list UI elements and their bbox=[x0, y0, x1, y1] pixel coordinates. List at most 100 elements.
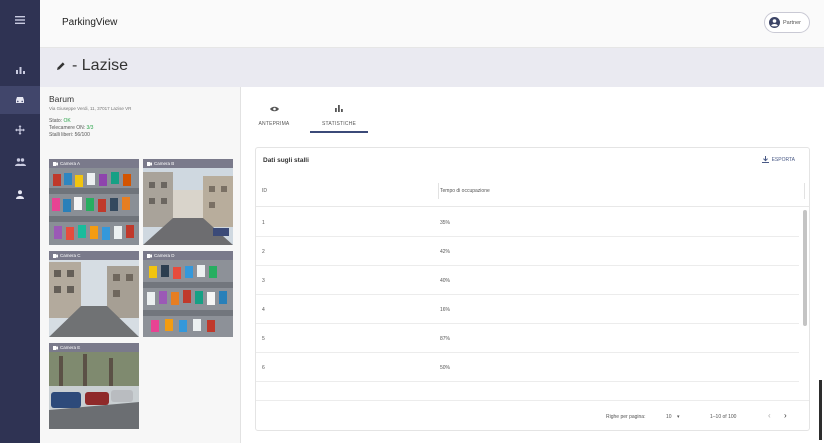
cell-occupancy: 87% bbox=[440, 336, 451, 342]
sidebar-item-move[interactable] bbox=[0, 116, 40, 144]
sidebar-item-statistics[interactable] bbox=[0, 56, 40, 84]
camera-tile-d[interactable]: Camera D bbox=[143, 251, 233, 337]
table-header: ID Tempo di occupazione bbox=[256, 175, 809, 207]
cell-occupancy: 42% bbox=[440, 249, 451, 255]
cell-id: 5 bbox=[262, 336, 265, 342]
camera-feed-image bbox=[49, 168, 139, 245]
cameras-line: Telecamere ON: 3/3 bbox=[49, 125, 93, 131]
parking-info-panel: Barum Via Giuseppe Verdi, 11, 37017 Lazi… bbox=[40, 87, 241, 443]
download-icon bbox=[761, 156, 769, 163]
cell-id: 1 bbox=[262, 220, 265, 226]
cell-id: 6 bbox=[262, 365, 265, 371]
partner-label: Partner bbox=[782, 19, 801, 26]
chart-icon bbox=[15, 67, 25, 74]
camera-label-bar: Camera D bbox=[143, 251, 233, 260]
cell-occupancy: 35% bbox=[440, 220, 451, 226]
camera-label-bar: Camera A bbox=[49, 159, 139, 168]
camera-label: Camera B bbox=[154, 161, 175, 166]
partner-button[interactable]: Partner bbox=[763, 12, 810, 33]
table-row[interactable]: 1 35% bbox=[256, 208, 799, 237]
tab-label: STATISTICHE bbox=[322, 121, 356, 127]
camera-icon bbox=[147, 161, 152, 166]
status-line: Stato: OK bbox=[49, 118, 71, 124]
previous-page-icon[interactable]: ‹ bbox=[768, 411, 771, 420]
camera-tile-c[interactable]: Camera C bbox=[49, 251, 139, 337]
group-icon bbox=[14, 158, 26, 166]
camera-label: Camera A bbox=[60, 161, 81, 166]
status-label: Stato: bbox=[49, 118, 63, 124]
camera-label-bar: Camera C bbox=[49, 251, 139, 260]
eye-icon bbox=[269, 106, 279, 112]
camera-feed-image bbox=[143, 260, 233, 337]
camera-label: Camera E bbox=[60, 345, 81, 350]
camera-label: Camera C bbox=[60, 253, 81, 258]
card-title: Dati sugli stalli bbox=[263, 157, 309, 164]
cell-id: 2 bbox=[262, 249, 265, 255]
rows-per-page-label: Righe per pagina: bbox=[606, 414, 646, 420]
column-separator[interactable] bbox=[804, 183, 805, 199]
status-value: OK bbox=[63, 118, 71, 124]
page-title: - Lazise bbox=[72, 57, 129, 74]
move-icon bbox=[15, 125, 25, 135]
camera-feed-image bbox=[49, 352, 139, 429]
cameras-value: 3/3 bbox=[86, 125, 94, 131]
column-header-id[interactable]: ID bbox=[262, 188, 267, 194]
pagination-range: 1–10 of 100 bbox=[710, 414, 737, 420]
page-title-bar: - Lazise bbox=[40, 48, 824, 87]
camera-label-bar: Camera B bbox=[143, 159, 233, 168]
table-body: 1 35% 2 42% 3 40% 4 16% 5 87% 6 50% bbox=[256, 208, 809, 393]
sidebar-item-parking[interactable] bbox=[0, 86, 40, 114]
column-separator[interactable] bbox=[438, 183, 439, 199]
column-header-occupancy[interactable]: Tempo di occupazione bbox=[440, 188, 490, 194]
cell-occupancy: 40% bbox=[440, 278, 451, 284]
table-row[interactable]: 4 16% bbox=[256, 295, 799, 324]
dropdown-arrow-icon: ▾ bbox=[676, 414, 680, 420]
camera-icon bbox=[147, 253, 152, 258]
camera-tile-a[interactable]: Camera A bbox=[49, 159, 139, 245]
menu-button[interactable] bbox=[0, 6, 40, 34]
car-icon bbox=[16, 97, 24, 103]
user-icon bbox=[16, 189, 24, 199]
edit-icon[interactable] bbox=[56, 61, 66, 71]
main-content: ANTEPRIMA STATISTICHE Dati sugli stalli … bbox=[242, 87, 824, 443]
parking-name: Barum bbox=[49, 94, 75, 104]
free-spots-line: Stalli liberi: 56/100 bbox=[49, 132, 90, 138]
cell-occupancy: 16% bbox=[440, 307, 451, 313]
app-name: ParkingView bbox=[62, 17, 118, 28]
account-circle-icon bbox=[768, 17, 780, 28]
free-spots-value: 56/100 bbox=[74, 132, 90, 138]
camera-icon bbox=[53, 345, 58, 350]
camera-label-bar: Camera E bbox=[49, 343, 139, 352]
export-button[interactable]: ESPORTA bbox=[761, 156, 795, 163]
sidebar-item-groups[interactable] bbox=[0, 148, 40, 176]
menu-icon bbox=[15, 16, 25, 24]
camera-icon bbox=[53, 253, 58, 258]
table-row[interactable]: 2 42% bbox=[256, 237, 799, 266]
rows-per-page-select[interactable]: 10 ▾ bbox=[666, 414, 679, 420]
cameras-label: Telecamere ON: bbox=[49, 125, 86, 131]
bar-chart-icon bbox=[335, 105, 343, 112]
table-pagination: Righe per pagina: 10 ▾ 1–10 of 100 ‹ › bbox=[256, 400, 809, 430]
next-page-icon[interactable]: › bbox=[784, 411, 787, 420]
rows-per-page-value: 10 bbox=[666, 414, 672, 420]
side-navigation bbox=[0, 0, 40, 443]
camera-feed-image bbox=[49, 260, 139, 337]
table-row[interactable]: 3 40% bbox=[256, 266, 799, 295]
camera-icon bbox=[53, 161, 58, 166]
page-scrollbar[interactable] bbox=[819, 380, 822, 440]
card-header: Dati sugli stalli ESPORTA bbox=[256, 148, 809, 174]
camera-feed-image bbox=[143, 168, 233, 245]
app-bar: ParkingView Partner bbox=[40, 0, 824, 48]
table-row[interactable]: 5 87% bbox=[256, 324, 799, 353]
cell-id: 4 bbox=[262, 307, 265, 313]
camera-tile-b[interactable]: Camera B bbox=[143, 159, 233, 245]
tab-preview[interactable]: ANTEPRIMA bbox=[252, 99, 296, 133]
cell-id: 3 bbox=[262, 278, 265, 284]
parking-address: Via Giuseppe Verdi, 11, 37017 Lazise VR bbox=[49, 106, 132, 111]
table-row[interactable]: 6 50% bbox=[256, 353, 799, 382]
sidebar-item-user[interactable] bbox=[0, 180, 40, 208]
tab-statistics[interactable]: STATISTICHE bbox=[310, 99, 368, 133]
camera-tile-e[interactable]: Camera E bbox=[49, 343, 139, 429]
cell-occupancy: 50% bbox=[440, 365, 451, 371]
table-scrollbar[interactable] bbox=[803, 210, 807, 326]
